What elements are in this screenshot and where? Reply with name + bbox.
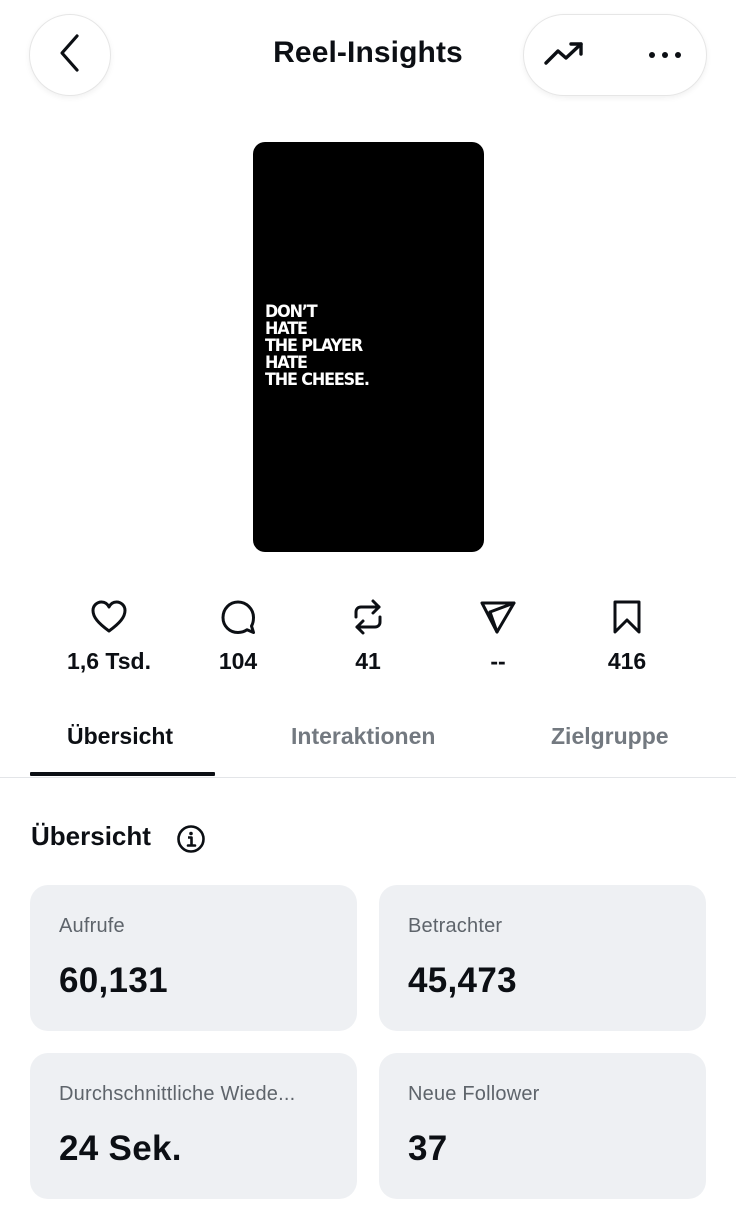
tab-interactions[interactable]: Interaktionen — [291, 723, 435, 750]
comments-count: 104 — [218, 648, 258, 674]
thumbnail-line: THE CHEESE. — [265, 370, 370, 390]
saves-count: 416 — [607, 648, 647, 674]
card-label: Betrachter — [408, 915, 503, 937]
likes-stat[interactable]: 1,6 Tsd. — [49, 596, 169, 686]
card-value: 60,131 — [59, 961, 168, 1000]
share-icon — [479, 599, 517, 640]
bookmark-icon — [612, 599, 642, 640]
shares-stat[interactable]: -- — [438, 596, 558, 686]
viewers-card[interactable]: Betrachter 45,473 — [379, 885, 706, 1031]
new-followers-card[interactable]: Neue Follower 37 — [379, 1053, 706, 1199]
more-horizontal-icon — [647, 47, 683, 65]
reel-thumbnail[interactable]: DON’T HATE THE PLAYER HATE THE CHEESE. — [253, 142, 484, 552]
tab-overview[interactable]: Übersicht — [67, 723, 173, 750]
card-label: Aufrufe — [59, 915, 125, 937]
reel-insights-screen: Reel-Insights DON’T HATE THE PLAYER HATE… — [0, 0, 736, 1222]
tab-audience[interactable]: Zielgruppe — [551, 723, 669, 750]
avg-watch-time-card[interactable]: Durchschnittliche Wiede... 24 Sek. — [30, 1053, 357, 1199]
likes-count: 1,6 Tsd. — [67, 648, 151, 674]
trends-button[interactable] — [542, 37, 588, 75]
more-options-button[interactable] — [642, 37, 688, 75]
tabs-divider — [0, 777, 736, 778]
heart-icon — [90, 599, 128, 640]
card-value: 24 Sek. — [59, 1129, 182, 1168]
thumbnail-caption: DON’T HATE THE PLAYER HATE THE CHEESE. — [265, 304, 370, 390]
repost-icon — [351, 598, 385, 641]
card-label: Neue Follower — [408, 1083, 540, 1105]
views-card[interactable]: Aufrufe 60,131 — [30, 885, 357, 1031]
shares-count: -- — [490, 648, 506, 674]
card-value: 45,473 — [408, 961, 517, 1000]
card-label: Durchschnittliche Wiede... — [59, 1083, 296, 1105]
reposts-stat[interactable]: 41 — [308, 596, 428, 686]
comment-icon — [220, 599, 256, 640]
section-title: Übersicht — [31, 821, 151, 851]
active-tab-indicator — [30, 772, 215, 776]
header-actions — [523, 14, 707, 96]
trending-up-icon — [543, 39, 587, 74]
info-icon[interactable] — [176, 824, 206, 854]
card-value: 37 — [408, 1129, 448, 1168]
saves-stat[interactable]: 416 — [567, 596, 687, 686]
comments-stat[interactable]: 104 — [178, 596, 298, 686]
reposts-count: 41 — [355, 648, 381, 674]
